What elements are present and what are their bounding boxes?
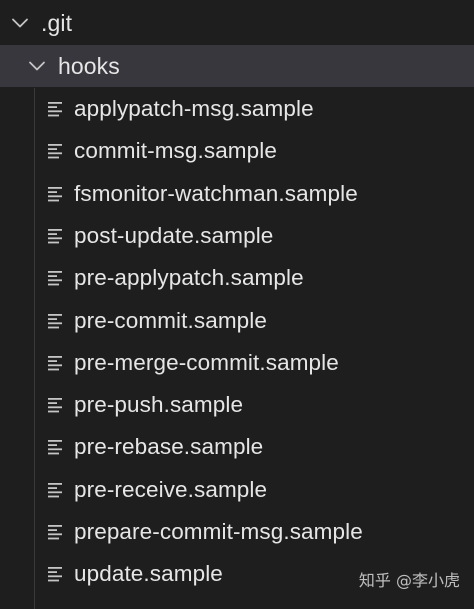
- folder-label: .git: [41, 9, 73, 36]
- file-lines-icon: [46, 226, 64, 246]
- file-label: pre-push.sample: [74, 392, 244, 418]
- file-item[interactable]: pre-receive.sample: [0, 469, 474, 511]
- file-item[interactable]: pre-rebase.sample: [0, 426, 474, 468]
- file-item[interactable]: pre-merge-commit.sample: [0, 342, 474, 384]
- folder-git[interactable]: .git: [0, 2, 474, 44]
- file-item[interactable]: post-update.sample: [0, 215, 474, 257]
- file-label: pre-applypatch.sample: [74, 265, 304, 291]
- file-label: fsmonitor-watchman.sample: [74, 180, 358, 206]
- file-label: commit-msg.sample: [74, 138, 277, 164]
- folder-label: hooks: [58, 52, 120, 79]
- file-label: pre-commit.sample: [74, 307, 267, 333]
- file-item[interactable]: commit-msg.sample: [0, 130, 474, 172]
- file-lines-icon: [46, 184, 64, 204]
- file-label: applypatch-msg.sample: [74, 96, 314, 121]
- file-label: post-update.sample: [74, 222, 274, 248]
- chevron-down-icon[interactable]: [26, 55, 48, 77]
- file-lines-icon: [46, 353, 64, 373]
- file-item[interactable]: pre-push.sample: [0, 384, 474, 426]
- file-lines-icon: [46, 141, 64, 161]
- file-lines-icon: [46, 395, 64, 415]
- folder-hooks[interactable]: hooks: [0, 45, 474, 87]
- file-label: pre-merge-commit.sample: [74, 349, 339, 375]
- file-label: prepare-commit-msg.sample: [74, 519, 363, 544]
- file-item[interactable]: prepare-commit-msg.sample: [0, 511, 474, 553]
- file-label: pre-receive.sample: [74, 476, 268, 502]
- file-item[interactable]: fsmonitor-watchman.sample: [0, 173, 474, 215]
- file-lines-icon: [46, 437, 64, 457]
- file-item[interactable]: applypatch-msg.sample: [0, 88, 474, 130]
- file-label: update.sample: [74, 561, 223, 587]
- file-explorer-tree: .git hooks applypatch-msg.sample commit-m…: [0, 0, 474, 609]
- file-lines-icon: [46, 522, 64, 542]
- file-lines-icon: [46, 99, 64, 119]
- file-lines-icon: [46, 268, 64, 288]
- chevron-down-icon[interactable]: [9, 12, 31, 34]
- file-lines-icon: [46, 564, 64, 584]
- file-item[interactable]: pre-commit.sample: [0, 300, 474, 342]
- file-lines-icon: [46, 480, 64, 500]
- file-label: pre-rebase.sample: [74, 434, 264, 460]
- file-item[interactable]: pre-applypatch.sample: [0, 257, 474, 299]
- watermark-text: 知乎 @李小虎: [358, 571, 460, 590]
- file-lines-icon: [46, 311, 64, 331]
